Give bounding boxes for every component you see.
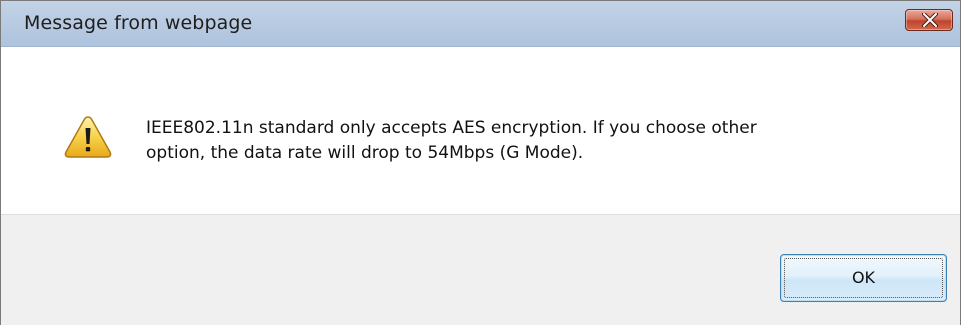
dialog-body: IEEE802.11n standard only accepts AES en… <box>1 47 960 214</box>
message-dialog: Message from webpage IEEE802.11n standar… <box>0 0 961 325</box>
dialog-message: IEEE802.11n standard only accepts AES en… <box>146 116 906 166</box>
close-icon <box>922 13 938 27</box>
ok-button-label: OK <box>851 268 876 287</box>
window-title: Message from webpage <box>24 12 253 34</box>
title-bar[interactable]: Message from webpage <box>1 1 960 47</box>
message-line-1: IEEE802.11n standard only accepts AES en… <box>146 118 757 138</box>
message-line-2: option, the data rate will drop to 54Mbp… <box>146 143 584 163</box>
dialog-footer: OK <box>1 214 960 325</box>
close-button[interactable] <box>905 9 953 31</box>
warning-icon <box>64 116 112 158</box>
ok-button[interactable]: OK <box>780 254 947 302</box>
